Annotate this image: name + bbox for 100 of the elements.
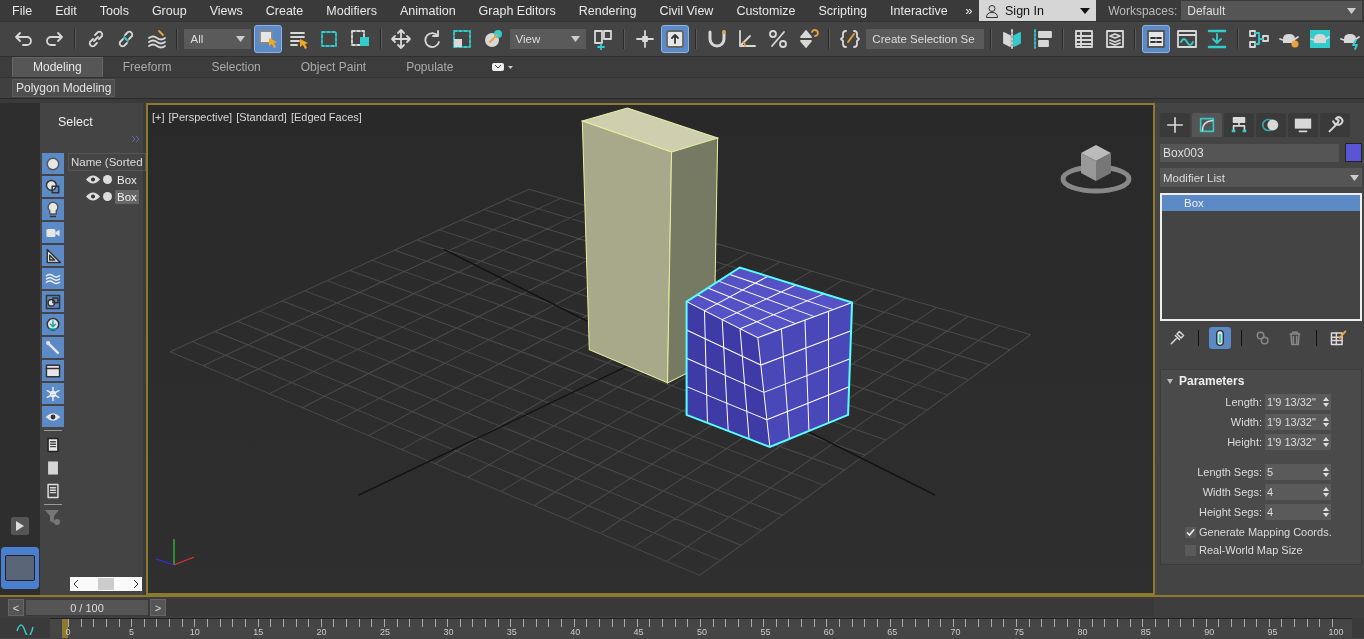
menu-item[interactable]: Scripting bbox=[806, 3, 879, 18]
menu-item[interactable]: Create bbox=[253, 3, 315, 18]
dropdown-caret-icon bbox=[1347, 7, 1356, 14]
layers-icon bbox=[1103, 28, 1126, 50]
filter-icon bbox=[44, 508, 62, 526]
menu-item[interactable]: Customize bbox=[724, 3, 807, 18]
time-marker[interactable] bbox=[62, 619, 68, 638]
time-slider-track[interactable]: 0 / 100 > bbox=[26, 599, 1154, 616]
filter-button[interactable] bbox=[42, 406, 64, 427]
checkbox-label[interactable]: Real-World Map Size bbox=[1199, 544, 1303, 556]
menu-item[interactable]: Rendering bbox=[566, 3, 648, 18]
frame-number: 75 bbox=[1014, 627, 1024, 637]
parameter-spinner[interactable]: 5 bbox=[1265, 464, 1331, 480]
freeze-dot[interactable] bbox=[103, 175, 112, 184]
menu-item[interactable]: Modifiers bbox=[314, 3, 388, 18]
previous-frame-button[interactable]: < bbox=[8, 599, 24, 616]
freeze-dot[interactable] bbox=[103, 192, 112, 201]
filter-button[interactable] bbox=[42, 360, 64, 381]
menu-item[interactable]: Graph Editors bbox=[466, 3, 567, 18]
next-frame-button[interactable]: > bbox=[150, 599, 166, 616]
viewport-label[interactable]: [Perspective] bbox=[168, 111, 233, 123]
workspace-dropdown[interactable]: Default bbox=[1181, 1, 1362, 20]
ribbon-tab[interactable]: Modeling bbox=[12, 57, 103, 77]
perspective-viewport[interactable]: [+] [Perspective] [Standard] [Edged Faces] bbox=[146, 103, 1155, 595]
ribbon-tab[interactable]: Object Paint bbox=[280, 58, 387, 77]
checkbox[interactable] bbox=[1185, 526, 1196, 538]
scene-object-item[interactable]: Box bbox=[115, 172, 139, 187]
menu-item[interactable]: Civil View bbox=[647, 3, 725, 18]
axis-cross-icon bbox=[633, 28, 656, 50]
command-panel-tab[interactable] bbox=[1320, 113, 1350, 137]
frame-number: 50 bbox=[697, 627, 707, 637]
curve-editor-icon[interactable] bbox=[16, 621, 34, 635]
time-slider-thumb[interactable]: 0 / 100 bbox=[26, 600, 148, 615]
double-chevron-icon bbox=[131, 135, 141, 143]
select-cursor-button[interactable] bbox=[254, 25, 283, 53]
ribbon-menu-button[interactable] bbox=[491, 63, 514, 71]
frame-number: 85 bbox=[1140, 627, 1151, 637]
parameter-label: Length: bbox=[1224, 396, 1262, 408]
frame-number: 70 bbox=[950, 627, 961, 637]
pin-icon bbox=[1168, 329, 1186, 347]
command-panel-tab[interactable] bbox=[1288, 113, 1318, 137]
ribbon-tab[interactable]: Selection bbox=[191, 58, 281, 77]
command-panel-tab[interactable] bbox=[1192, 113, 1222, 137]
expand-button[interactable] bbox=[11, 517, 29, 535]
viewport-label[interactable]: [+] bbox=[152, 111, 165, 123]
play-icon bbox=[16, 521, 24, 531]
command-panel-tab[interactable] bbox=[1224, 113, 1254, 137]
panels-button[interactable] bbox=[1142, 25, 1170, 53]
toolbar-dropdown[interactable]: View bbox=[509, 29, 587, 49]
filter-button[interactable] bbox=[42, 153, 64, 174]
toolbar-dropdown[interactable]: All bbox=[184, 29, 252, 49]
eye-icon[interactable] bbox=[86, 192, 100, 201]
filter-button[interactable] bbox=[42, 245, 64, 266]
circles-icon bbox=[1254, 329, 1272, 347]
parameter-spinner[interactable]: 1'9 13/32" bbox=[1265, 414, 1331, 430]
menu-overflow-button[interactable]: » bbox=[958, 3, 979, 18]
parameter-spinner[interactable]: 1'9 13/32" bbox=[1265, 434, 1331, 450]
up-arrow-square-button[interactable] bbox=[661, 25, 689, 53]
filter-button[interactable] bbox=[42, 314, 64, 335]
horizontal-scrollbar[interactable] bbox=[70, 577, 142, 591]
ribbon-tab[interactable]: Populate bbox=[386, 58, 474, 77]
curve-window-icon bbox=[1175, 28, 1198, 50]
object-name-field[interactable]: Box003 bbox=[1160, 143, 1339, 162]
scene-object-item[interactable]: Box bbox=[115, 189, 139, 204]
viewport-label[interactable]: [Standard] bbox=[236, 111, 287, 123]
workspaces-label: Workspaces: bbox=[1108, 3, 1178, 18]
filter-button[interactable] bbox=[42, 176, 64, 197]
viewport-label[interactable]: [Edged Faces] bbox=[290, 111, 362, 123]
collapse-triangle-icon[interactable] bbox=[1167, 378, 1173, 384]
up-arrow-square-icon bbox=[664, 28, 687, 50]
ribbon-tab[interactable]: Freeform bbox=[102, 58, 192, 77]
test-tube-button[interactable] bbox=[1209, 327, 1231, 349]
sign-in-dropdown[interactable]: Sign In bbox=[979, 0, 1097, 21]
menu-item[interactable]: Edit bbox=[43, 3, 88, 18]
menu-item[interactable]: Interactive bbox=[878, 3, 959, 18]
checkbox-label[interactable]: Generate Mapping Coords. bbox=[1199, 526, 1332, 538]
menu-item[interactable]: Animation bbox=[388, 3, 467, 18]
filter-button[interactable] bbox=[42, 291, 64, 312]
parameter-spinner[interactable]: 1'9 13/32" bbox=[1265, 394, 1331, 410]
viewport-layout-button[interactable] bbox=[1, 547, 39, 589]
ribbon-panel-tab[interactable]: Polygon Modeling bbox=[12, 79, 116, 97]
dropdown-caret-icon bbox=[236, 36, 246, 42]
modifier-list-dropdown[interactable]: Modifier List bbox=[1160, 168, 1362, 187]
filter-button[interactable] bbox=[42, 199, 64, 220]
frame-number: 100 bbox=[1328, 627, 1344, 637]
command-panel-tab[interactable] bbox=[1160, 113, 1190, 137]
eye-icon[interactable] bbox=[86, 175, 100, 184]
name-column-header[interactable]: Name (Sorted bbox=[68, 153, 146, 171]
grid-pencil-icon bbox=[1329, 329, 1347, 347]
command-panel-tab[interactable] bbox=[1256, 113, 1286, 137]
menu-item[interactable]: Group bbox=[139, 3, 198, 18]
menu-item[interactable]: Views bbox=[197, 3, 254, 18]
rollout-title[interactable]: Parameters bbox=[1179, 374, 1245, 388]
plus-icon bbox=[1165, 115, 1185, 135]
parameter-spinner[interactable]: 4 bbox=[1265, 484, 1331, 500]
toolbar-dropdown[interactable]: Create Selection Se bbox=[866, 29, 985, 49]
menu-item[interactable]: File bbox=[0, 3, 44, 18]
parameter-spinner[interactable]: 4 bbox=[1265, 504, 1331, 520]
object-color-swatch[interactable] bbox=[1345, 143, 1362, 162]
menu-item[interactable]: Tools bbox=[87, 3, 140, 18]
